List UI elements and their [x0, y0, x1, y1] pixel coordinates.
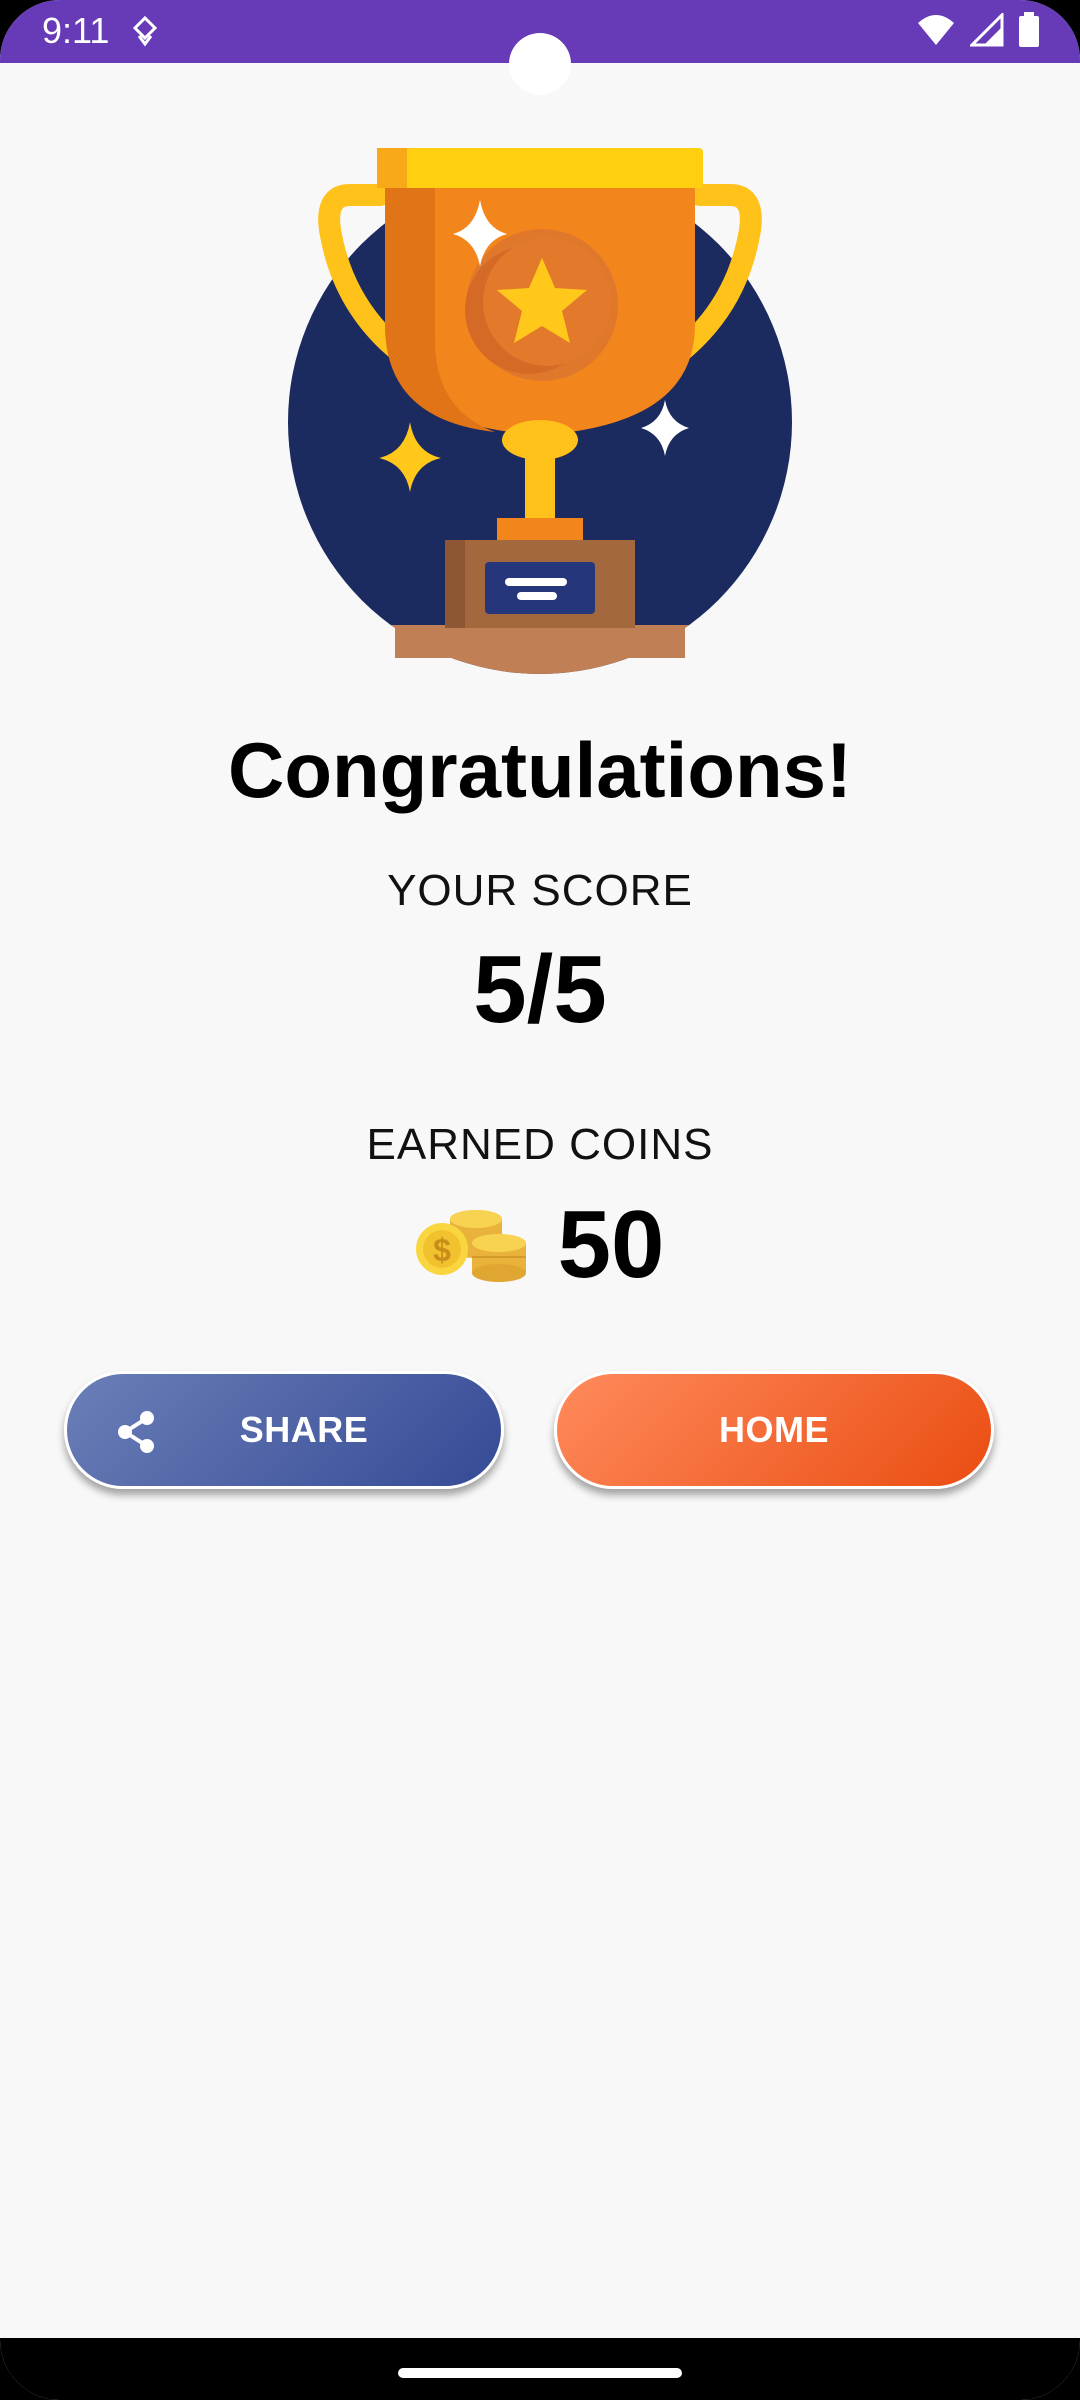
home-button-label: HOME — [719, 1409, 829, 1450]
status-icons — [916, 12, 1040, 48]
home-indicator[interactable] — [398, 2368, 682, 2378]
score-value: 5/5 — [473, 936, 607, 1043]
share-button[interactable]: SHARE — [64, 1371, 504, 1489]
battery-icon — [1019, 12, 1039, 47]
camera-cutout — [509, 33, 571, 95]
svg-text:$: $ — [433, 1232, 451, 1268]
coins-row: $ 50 — [0, 1190, 1080, 1300]
trophy-illustration — [288, 148, 792, 674]
coins-label: EARNED COINS — [366, 1120, 714, 1169]
signal-icon — [970, 13, 1004, 47]
wifi-icon — [918, 15, 954, 45]
data-saver-icon — [132, 15, 158, 47]
app-screen: 9:11 Congratulations! YOUR SCORE 5/5 EAR… — [0, 0, 1080, 2400]
coins-value: 50 — [557, 1191, 665, 1298]
status-time: 9:11 — [42, 10, 110, 51]
coins-icon: $ — [415, 1210, 526, 1282]
share-button-label: SHARE — [239, 1409, 369, 1450]
score-label: YOUR SCORE — [387, 866, 693, 915]
share-icon — [118, 1411, 154, 1453]
congratulations-title: Congratulations! — [228, 726, 852, 814]
home-button[interactable]: HOME — [554, 1371, 994, 1489]
